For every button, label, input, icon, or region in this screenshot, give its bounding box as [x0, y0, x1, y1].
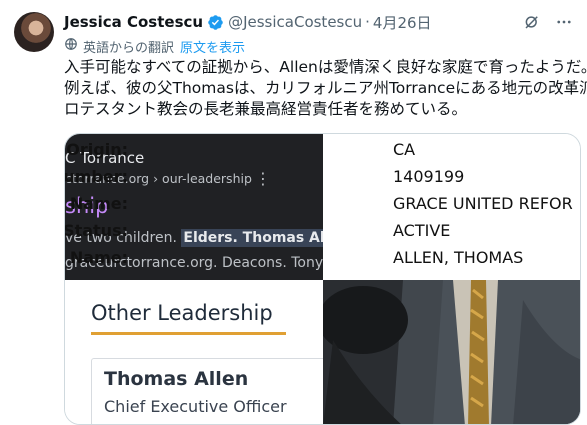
- more-vert-icon: ⋮: [255, 169, 271, 188]
- tweet-text-line: 入手可能なすべての証拠から、Allenは愛情深く良好な家庭で育ったようだ。: [64, 58, 587, 76]
- record-value: CA: [393, 140, 416, 159]
- verified-badge-icon: [207, 14, 224, 31]
- record-value: ACTIVE: [393, 221, 451, 240]
- record-label: Status:: [64, 221, 128, 240]
- show-original-link[interactable]: 原文を表示: [180, 37, 245, 56]
- translation-notice: 英語からの翻訳 原文を表示: [64, 36, 245, 56]
- person-role: Chief Executive Officer: [104, 397, 287, 416]
- title-underline: [91, 332, 286, 335]
- snippet-highlight: Elders. Thomas Alle: [181, 229, 341, 247]
- tweet-date[interactable]: 4月26日: [373, 12, 432, 33]
- author-name[interactable]: Jessica Costescu: [64, 13, 203, 31]
- record-value: ALLEN, THOMAS: [393, 248, 524, 267]
- record-value: GRACE UNITED REFOR: [393, 194, 573, 213]
- tweet-media[interactable]: C Torrance ctorrance.org › our-leadershi…: [64, 133, 581, 425]
- separator-dot: ·: [365, 13, 370, 31]
- tweet-text-line: 例えば、彼の父Thomasは、カリフォルニア州Torranceにある地元の改革派…: [64, 79, 587, 97]
- grok-icon[interactable]: [523, 13, 541, 31]
- person-card: Thomas Allen Chief Executive Officer: [91, 358, 331, 424]
- person-name: Thomas Allen: [104, 368, 249, 390]
- record-label: Name:: [69, 194, 128, 213]
- tweet-text-line: ロテスタント教会の長老兼最高経営責任者を務めている。: [64, 100, 468, 118]
- avatar[interactable]: [14, 12, 54, 52]
- record-label: Name:: [69, 248, 128, 267]
- person-photo: [323, 280, 580, 424]
- record-value: 1409199: [393, 167, 465, 186]
- record-label: Origin:: [66, 140, 128, 159]
- tweet-text: 入手可能なすべての証拠から、Allenは愛情深く良好な家庭で育ったようだ。 例え…: [64, 57, 587, 120]
- tweet-header: Jessica Costescu @JessicaCostescu · 4月26…: [64, 11, 573, 33]
- leadership-title: Other Leadership: [91, 301, 273, 325]
- more-icon[interactable]: [555, 13, 573, 31]
- record-label: umber:: [64, 167, 128, 186]
- author-handle[interactable]: @JessicaCostescu: [228, 13, 362, 31]
- translated-label: 英語からの翻訳: [83, 40, 175, 56]
- header-actions: [523, 13, 573, 31]
- business-record-screenshot: Origin: CA umber: 1409199 Name: GRACE UNITE…: [65, 134, 580, 280]
- translate-icon: [64, 37, 78, 55]
